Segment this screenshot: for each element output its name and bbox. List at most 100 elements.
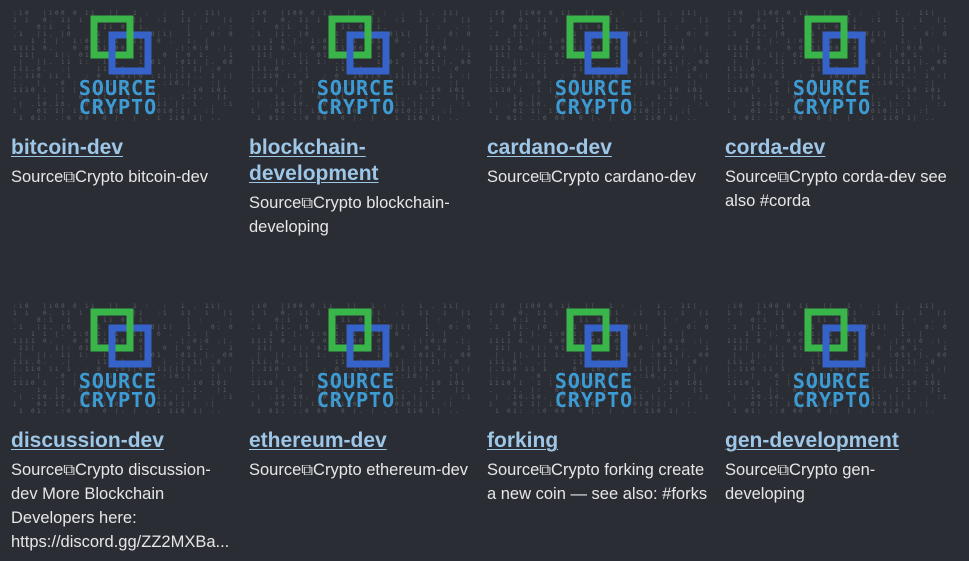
svg-text::: : (205, 108, 209, 115)
channel-card[interactable]: :1:. 1 i |:1. i i 1 1 1 | i.. 1 | 1 0 i i i i 1 1 1 1 |. i 0. 0 0 | |… (249, 302, 477, 482)
svg-text:.: . (287, 31, 291, 38)
channel-title-link[interactable]: bitcoin-dev (11, 135, 239, 161)
source-crypto-logo[interactable]: :1:.1i|:1.ii111|i..1|10iiii1111|.i0.00||… (725, 302, 947, 414)
svg-text:1: 1 (163, 310, 167, 317)
channel-card[interactable]: :1:. 1 i |:1. i i 1 1 1 | i.. 1 | 1 0 i i i i 1 1 1 1 |. i 0. 0 0 | |… (11, 302, 239, 554)
svg-text:.: . (217, 45, 221, 52)
svg-text:i: i (401, 73, 405, 80)
svg-text::: : (85, 59, 89, 66)
svg-text:i: i (817, 338, 821, 345)
svg-text:i: i (425, 38, 429, 45)
svg-text:0: 0 (943, 324, 947, 331)
svg-text:1: 1 (811, 324, 815, 331)
svg-text:.: . (19, 80, 23, 87)
channel-card[interactable]: :1:. 1 i |:1. i i 1 1 1 | i.. 1 | 1 0 i i i i 1 1 1 1 |. i 0. 0 0 | |… (249, 9, 477, 239)
svg-text:.: . (775, 331, 779, 338)
svg-text:i: i (531, 366, 535, 373)
source-crypto-logo[interactable]: :1:.1i|:1.ii111|i..1|10iiii1111|.i0.00||… (11, 302, 233, 414)
svg-text:0: 0 (693, 359, 697, 366)
source-crypto-logo[interactable]: :1:.1i|:1.ii111|i..1|10iiii1111|.i0.00||… (725, 9, 947, 121)
channel-card[interactable]: :1:. 1 i |:1. i i 1 1 1 | i.. 1 | 1 0 i i i i 1 1 1 1 |. i 0. 0 0 | |… (725, 9, 953, 213)
svg-text:i: i (257, 10, 261, 17)
svg-text:1: 1 (97, 45, 101, 52)
svg-text:0: 0 (543, 31, 547, 38)
channel-card[interactable]: :1:. 1 i |:1. i i 1 1 1 | i.. 1 | 1 0 i i i i 1 1 1 1 |. i 0. 0 0 | |… (487, 302, 715, 506)
svg-text:|: | (751, 31, 755, 38)
svg-text:|: | (775, 345, 779, 352)
channel-title-link[interactable]: gen-development (725, 428, 953, 454)
svg-text:|: | (781, 66, 785, 73)
svg-text:.: . (925, 408, 929, 414)
svg-text:0: 0 (751, 24, 755, 31)
svg-text::: : (775, 387, 779, 394)
svg-text:1: 1 (37, 408, 41, 414)
svg-text:0: 0 (359, 338, 363, 345)
svg-text:.: . (455, 338, 459, 345)
svg-text:|: | (769, 38, 773, 45)
svg-text::: : (937, 101, 941, 108)
source-crypto-logo[interactable]: :1:.1i|:1.ii111|i..1|10iiii1111|.i0.00||… (487, 9, 709, 121)
svg-text:.: . (169, 94, 173, 101)
svg-text:i: i (733, 10, 737, 17)
channel-title-link[interactable]: corda-dev (725, 135, 953, 161)
svg-text:|: | (699, 310, 703, 317)
svg-text:i: i (211, 380, 215, 387)
svg-text:|: | (157, 324, 161, 331)
svg-text:0: 0 (519, 17, 523, 24)
svg-text::: : (13, 80, 17, 87)
source-crypto-logo[interactable]: :1:.1i|:1.ii111|i..1|10iiii1111|.i0.00||… (249, 9, 471, 121)
svg-text:0: 0 (895, 408, 899, 414)
svg-text::: : (43, 24, 47, 31)
svg-text:1: 1 (901, 352, 905, 359)
svg-text:.: . (781, 394, 785, 401)
svg-text:0: 0 (751, 317, 755, 324)
svg-text:0: 0 (561, 331, 565, 338)
svg-text::: : (299, 387, 303, 394)
svg-text:|: | (275, 352, 279, 359)
svg-text:.: . (443, 52, 447, 59)
svg-text::: : (919, 401, 923, 408)
channel-card[interactable]: :1:. 1 i |:1. i i 1 1 1 | i.. 1 | 1 0 i i i i 1 1 1 1 |. i 0. 0 0 | |… (725, 302, 953, 506)
source-crypto-logo[interactable]: :1:.1i|:1.ii111|i..1|10iiii1111|.i0.00||… (249, 302, 471, 414)
channel-title-link[interactable]: blockchain-development (249, 135, 419, 187)
svg-text:i: i (425, 331, 429, 338)
channel-card[interactable]: :1:. 1 i |:1. i i 1 1 1 | i.. 1 | 1 0 i i i i 1 1 1 1 |. i 0. 0 0 | |… (11, 9, 239, 189)
svg-text:|: | (943, 73, 947, 80)
svg-text:1: 1 (323, 345, 327, 352)
svg-text:0: 0 (115, 45, 119, 52)
channel-title-link[interactable]: cardano-dev (487, 135, 715, 161)
svg-text:.: . (287, 338, 291, 345)
svg-text::: : (489, 24, 493, 31)
svg-text:.: . (205, 345, 209, 352)
svg-text:i: i (895, 401, 899, 408)
svg-text::: : (401, 10, 405, 17)
svg-text:i: i (657, 73, 661, 80)
svg-text:|: | (217, 303, 221, 310)
svg-text:|: | (67, 359, 71, 366)
channel-title-link[interactable]: ethereum-dev (249, 428, 477, 454)
svg-text:1: 1 (269, 45, 273, 52)
channel-title-link[interactable]: discussion-dev (11, 428, 239, 454)
svg-text:i: i (579, 338, 583, 345)
svg-text::: : (211, 80, 215, 87)
source-crypto-logo[interactable]: :1:.1i|:1.ii111|i..1|10iiii1111|.i0.00||… (11, 9, 233, 121)
svg-text:i: i (609, 38, 613, 45)
source-crypto-logo[interactable]: :1:.1i|:1.ii111|i..1|10iiii1111|.i0.00||… (487, 302, 709, 414)
svg-text:|: | (157, 31, 161, 38)
svg-text::: : (537, 408, 541, 414)
svg-text::: : (699, 101, 703, 108)
svg-text:0: 0 (157, 38, 161, 45)
svg-text:|: | (633, 387, 637, 394)
svg-text:1: 1 (669, 94, 673, 101)
svg-text:.: . (489, 387, 493, 394)
svg-text:i: i (263, 338, 267, 345)
svg-text:|: | (311, 380, 315, 387)
channel-title-link[interactable]: forking (487, 428, 715, 454)
svg-text:1: 1 (341, 359, 345, 366)
svg-text:0: 0 (657, 115, 661, 121)
svg-text:i: i (781, 17, 785, 24)
svg-text:.: . (401, 94, 405, 101)
svg-text:1: 1 (157, 101, 161, 108)
channel-card[interactable]: :1:. 1 i |:1. i i 1 1 1 | i.. 1 | 1 0 i i i i 1 1 1 1 |. i 0. 0 0 | |… (487, 9, 715, 189)
svg-text:|: | (693, 94, 697, 101)
